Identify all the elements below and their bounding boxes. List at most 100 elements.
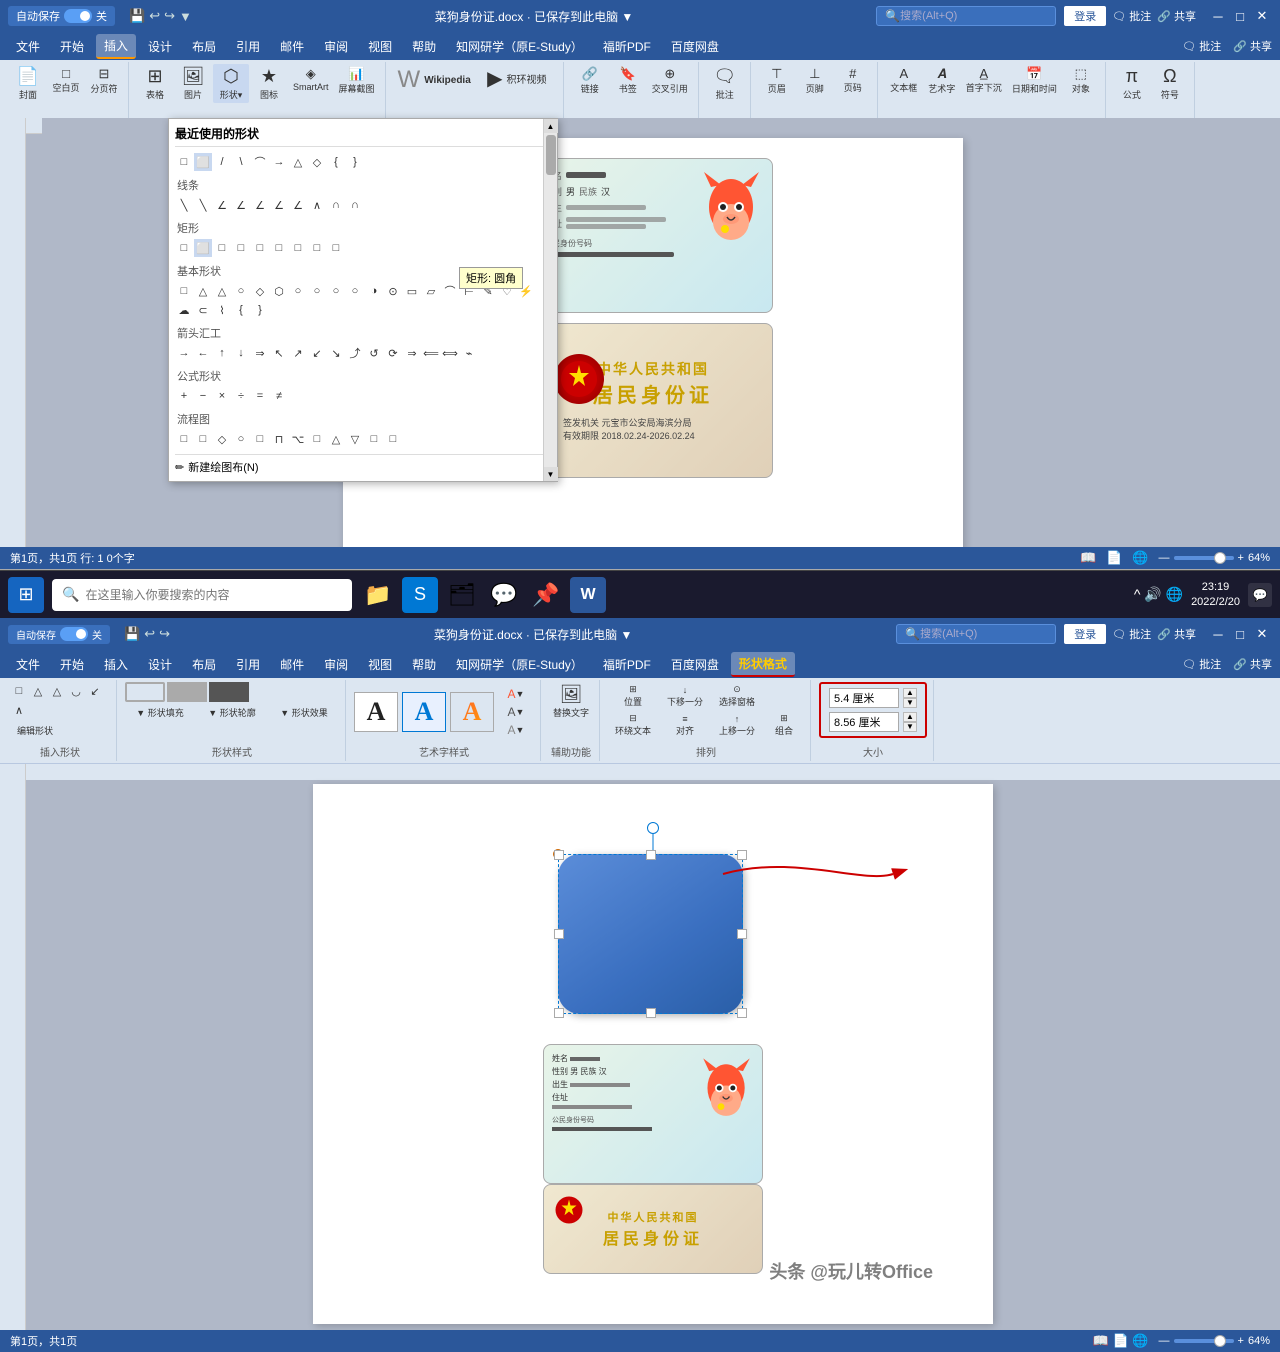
top-comment-btn[interactable]: 🗨 批注	[1182, 38, 1221, 54]
shape-flow-6[interactable]: ⊓	[270, 430, 288, 448]
shape-flow-4[interactable]: ○	[232, 430, 250, 448]
bottom-redo-icon[interactable]: ↪	[159, 626, 170, 642]
taskbar-app-pin[interactable]: 📌	[528, 577, 564, 613]
ribbon-btn-bookmark[interactable]: 🔖 书签	[610, 64, 646, 97]
close-button[interactable]: ✕	[1252, 6, 1272, 26]
shape-recent-curve[interactable]: ⌒	[251, 153, 269, 171]
ribbon-btn-pagenum[interactable]: # 页码	[835, 64, 871, 96]
handle-bc[interactable]	[646, 1008, 656, 1018]
b-shape-5[interactable]: ↙	[86, 682, 104, 700]
bottom-menu-layout[interactable]: 布局	[184, 653, 224, 676]
ribbon-btn-link[interactable]: 🔗 链接	[572, 64, 608, 97]
shape-flow-8[interactable]: □	[308, 430, 326, 448]
width-input[interactable]	[829, 712, 899, 732]
shape-arrow-10[interactable]: ⤴	[346, 344, 364, 362]
position-btn[interactable]: ⊞ 位置	[608, 682, 658, 710]
ribbon-btn-comment[interactable]: 🗨 批注	[707, 64, 743, 103]
undo-icon[interactable]: ↩	[149, 8, 160, 24]
shape-line-3[interactable]: ∠	[213, 196, 231, 214]
view-read-icon[interactable]: 📖	[1080, 550, 1096, 566]
style-sample-2[interactable]	[167, 682, 207, 702]
menu-mailings[interactable]: 邮件	[272, 35, 312, 58]
shape-line-9[interactable]: ∩	[327, 196, 345, 214]
shape-arrow-1[interactable]: →	[175, 344, 193, 362]
align-btn[interactable]: ≡ 对齐	[660, 711, 710, 739]
taskbar-search-input[interactable]	[85, 588, 342, 602]
shape-recent-line1[interactable]: /	[213, 153, 231, 171]
shape-line-1[interactable]: ╲	[175, 196, 193, 214]
bottom-close-btn[interactable]: ✕	[1252, 624, 1272, 644]
maximize-button[interactable]: □	[1230, 6, 1250, 26]
bottom-menu-mailings[interactable]: 邮件	[272, 653, 312, 676]
shape-recent-line2[interactable]: \	[232, 153, 250, 171]
shape-recent-roundrect[interactable]: ⬜	[194, 153, 212, 171]
more-icon[interactable]: ▼	[179, 9, 192, 24]
ribbon-btn-symbol[interactable]: Ω 符号	[1152, 64, 1188, 103]
autosave-toggle[interactable]: 自动保存 关	[8, 6, 115, 26]
shape-flow-9[interactable]: △	[327, 430, 345, 448]
menu-help[interactable]: 帮助	[404, 35, 444, 58]
taskbar-app-word[interactable]: W	[570, 577, 606, 613]
rotate-handle[interactable]	[647, 822, 659, 834]
scroll-up-arrow[interactable]: ▲	[544, 119, 558, 133]
shape-rect-1[interactable]: □	[175, 239, 193, 257]
bottom-login-button[interactable]: 登录	[1064, 624, 1106, 644]
group-btn[interactable]: ⊞ 组合	[764, 711, 804, 739]
shape-rect-5[interactable]: □	[251, 239, 269, 257]
shape-basic-4[interactable]: ○	[232, 282, 250, 300]
shape-eq-3[interactable]: ×	[213, 387, 231, 405]
taskbar-app-folder[interactable]: 🗂	[444, 577, 480, 613]
shape-basic-21[interactable]: ⊂	[194, 301, 212, 319]
shape-line-10[interactable]: ∩	[346, 196, 364, 214]
shape-line-6[interactable]: ∠	[270, 196, 288, 214]
shape-basic-14[interactable]: ▱	[422, 282, 440, 300]
bottom-menu-design[interactable]: 设计	[140, 653, 180, 676]
taskbar-app-browser[interactable]: S	[402, 577, 438, 613]
shape-basic-8[interactable]: ○	[308, 282, 326, 300]
shape-flow-2[interactable]: □	[194, 430, 212, 448]
menu-references[interactable]: 引用	[228, 35, 268, 58]
taskbar-search-box[interactable]: 🔍	[52, 579, 352, 611]
zoom-thumb[interactable]	[1214, 552, 1226, 564]
bottom-zoom-out[interactable]: —	[1159, 1335, 1170, 1347]
shape-arrow-12[interactable]: ⟳	[384, 344, 402, 362]
search-input[interactable]	[900, 10, 1030, 22]
scroll-down-arrow[interactable]: ▼	[544, 467, 558, 481]
b-shape-6[interactable]: ∧	[10, 701, 28, 719]
width-up-btn[interactable]: ▲	[903, 712, 917, 722]
shape-arrow-13[interactable]: ⇒	[403, 344, 421, 362]
ribbon-btn-textbox[interactable]: A 文本框	[886, 64, 922, 96]
menu-review[interactable]: 审阅	[316, 35, 356, 58]
shape-flow-11[interactable]: □	[365, 430, 383, 448]
bottom-menu-references[interactable]: 引用	[228, 653, 268, 676]
shape-arrow-15[interactable]: ⟺	[441, 344, 459, 362]
bottom-share-btn[interactable]: 🔗 共享	[1157, 626, 1196, 642]
shape-basic-9[interactable]: ○	[327, 282, 345, 300]
ribbon-btn-blank[interactable]: □ 空白页	[48, 64, 84, 96]
redo-icon[interactable]: ↪	[164, 8, 175, 24]
comment-button[interactable]: 🗨 批注	[1112, 8, 1151, 24]
alt-text-btn[interactable]: 🖼 替换文字	[549, 682, 593, 721]
shape-basic-5[interactable]: ◇	[251, 282, 269, 300]
shape-eq-2[interactable]: −	[194, 387, 212, 405]
bottom-menu-baidu[interactable]: 百度网盘	[663, 653, 727, 676]
shape-eq-6[interactable]: ≠	[270, 387, 288, 405]
shape-eq-4[interactable]: ÷	[232, 387, 250, 405]
shape-arrow-8[interactable]: ↙	[308, 344, 326, 362]
shape-rect-4[interactable]: □	[232, 239, 250, 257]
top-share-btn[interactable]: 🔗 共享	[1233, 38, 1272, 54]
text-outline-btn[interactable]: A▼	[498, 704, 534, 720]
shape-line-4[interactable]: ∠	[232, 196, 250, 214]
title-search-box[interactable]: 🔍	[876, 6, 1056, 26]
view-page-icon[interactable]: 📄	[1106, 550, 1122, 566]
shape-basic-11[interactable]: ◑	[365, 282, 383, 300]
shape-rect-3[interactable]: □	[213, 239, 231, 257]
shape-arrow-2[interactable]: ←	[194, 344, 212, 362]
move-down-btn[interactable]: ↓ 下移一分	[660, 682, 710, 710]
shape-arrow-6[interactable]: ↖	[270, 344, 288, 362]
wrap-text-btn[interactable]: ⊟ 环绕文本	[608, 711, 658, 739]
shape-eq-1[interactable]: +	[175, 387, 193, 405]
shape-basic-23[interactable]: {	[232, 301, 250, 319]
shape-line-7[interactable]: ∠	[289, 196, 307, 214]
bottom-autosave-switch[interactable]	[60, 627, 88, 641]
